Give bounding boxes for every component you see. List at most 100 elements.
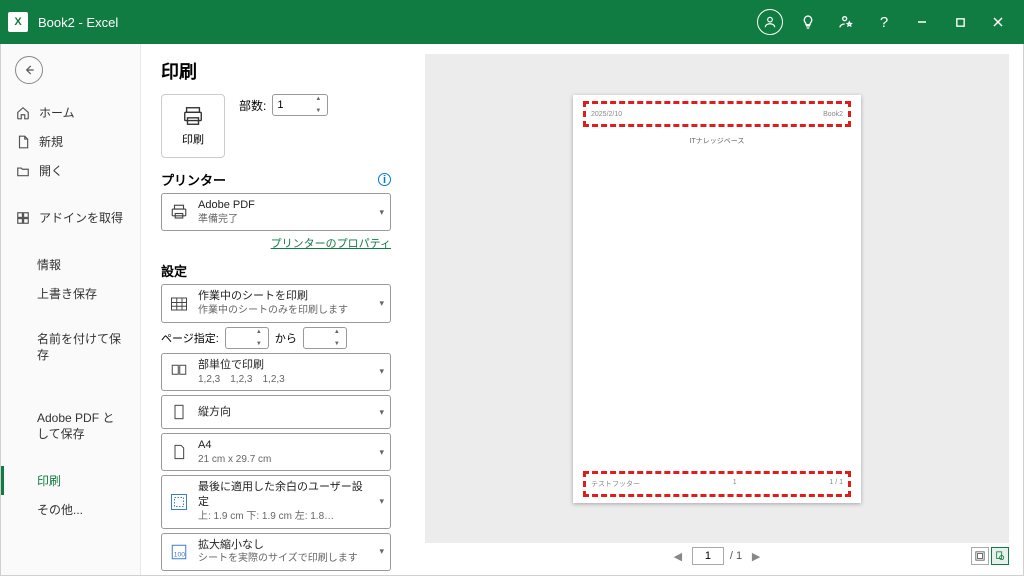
show-margins-button[interactable]	[971, 547, 989, 565]
nav-print-label: 印刷	[37, 472, 61, 489]
chevron-down-icon: ▾	[379, 496, 384, 507]
nav-other-label: その他...	[37, 501, 83, 518]
lightbulb-icon[interactable]	[790, 6, 826, 38]
nav-info-label: 情報	[37, 256, 61, 273]
chevron-down-icon: ▾	[379, 207, 384, 218]
user-account-button[interactable]	[752, 6, 788, 38]
nav-addins[interactable]: アドインを取得	[1, 203, 140, 232]
copies-spinner[interactable]: 1▲▼	[272, 94, 328, 116]
orientation-label: 縦方向	[198, 405, 371, 420]
collate-sub: 1,2,3 1,2,3 1,2,3	[198, 373, 371, 387]
scale-icon: 100	[168, 541, 190, 563]
current-page-input[interactable]	[692, 547, 724, 565]
home-icon	[15, 105, 31, 121]
info-icon[interactable]: i	[378, 173, 391, 186]
nav-open[interactable]: 開く	[1, 156, 140, 185]
chevron-down-icon: ▾	[379, 447, 384, 458]
minimize-button[interactable]	[904, 6, 940, 38]
scale-dropdown[interactable]: 100 拡大縮小なしシートを実際のサイズで印刷します ▾	[161, 533, 391, 571]
preview-body-title: ITナレッジベース	[591, 136, 843, 146]
footer-highlight	[583, 471, 851, 497]
nav-new[interactable]: 新規	[1, 127, 140, 156]
header-highlight	[583, 101, 851, 127]
maximize-button[interactable]	[942, 6, 978, 38]
backstage-sidebar: ホーム 新規 開く アドインを取得 情報 上書き保存 名前を付けて保存 Adob…	[1, 44, 141, 575]
scale-main: 拡大縮小なし	[198, 538, 371, 553]
nav-info[interactable]: 情報	[1, 250, 140, 279]
nav-saveas[interactable]: 名前を付けて保存	[1, 326, 140, 369]
paper-icon	[168, 441, 190, 463]
nav-open-label: 開く	[39, 162, 63, 179]
preview-pane: 2025/2/10 Book2 ITナレッジベース テストフッター 1 1 / …	[411, 44, 1023, 575]
folder-open-icon	[15, 163, 31, 179]
print-what-sub: 作業中のシートのみを印刷します	[198, 304, 371, 318]
printer-device-icon	[168, 201, 190, 223]
orientation-dropdown[interactable]: 縦方向 ▾	[161, 395, 391, 429]
portrait-icon	[168, 401, 190, 423]
chevron-down-icon: ▾	[379, 366, 384, 377]
paper-main: A4	[198, 438, 371, 453]
titlebar: X Book2 - Excel ?	[0, 0, 1024, 44]
margins-dropdown[interactable]: 最後に適用した余白のユーザー設定上: 1.9 cm 下: 1.9 cm 左: 1…	[161, 475, 391, 528]
collate-icon	[168, 361, 190, 383]
document-icon	[15, 134, 31, 150]
printer-section-label: プリンター	[161, 170, 226, 189]
print-button[interactable]: 印刷	[161, 94, 225, 158]
addins-icon	[15, 210, 31, 226]
nav-pdf-label: Adobe PDF として保存	[37, 411, 126, 442]
help-button[interactable]: ?	[866, 6, 902, 38]
margins-main: 最後に適用した余白のユーザー設定	[198, 480, 371, 510]
print-what-main: 作業中のシートを印刷	[198, 289, 371, 304]
printer-status: 準備完了	[198, 213, 371, 227]
printer-dropdown[interactable]: Adobe PDF準備完了 ▾	[161, 193, 391, 231]
page-range-label: ページ指定:	[161, 330, 219, 346]
print-what-dropdown[interactable]: 作業中のシートを印刷作業中のシートのみを印刷します ▾	[161, 284, 391, 322]
copies-value: 1	[277, 99, 283, 111]
printer-properties-link[interactable]: プリンターのプロパティ	[161, 235, 391, 251]
zoom-to-page-button[interactable]	[991, 547, 1009, 565]
chevron-down-icon: ▾	[379, 546, 384, 557]
printer-icon	[180, 105, 206, 127]
nav-save-label: 上書き保存	[37, 285, 97, 302]
printer-name: Adobe PDF	[198, 198, 371, 213]
chevron-down-icon: ▾	[379, 298, 384, 309]
nav-pdf[interactable]: Adobe PDF として保存	[1, 405, 140, 448]
svg-text:100: 100	[174, 551, 186, 558]
preview-page: 2025/2/10 Book2 ITナレッジベース テストフッター 1 1 / …	[573, 95, 861, 503]
copies-label: 部数:	[239, 97, 266, 114]
prev-page-button[interactable]: ◀	[670, 550, 686, 563]
scale-sub: シートを実際のサイズで印刷します	[198, 552, 371, 566]
nav-save[interactable]: 上書き保存	[1, 279, 140, 308]
settings-section-label: 設定	[161, 261, 187, 280]
pager: ◀ / 1 ▶	[425, 543, 1009, 569]
sheets-icon	[168, 293, 190, 315]
person-star-icon[interactable]	[828, 6, 864, 38]
nav-home[interactable]: ホーム	[1, 98, 140, 127]
nav-home-label: ホーム	[39, 104, 75, 121]
preview-area: 2025/2/10 Book2 ITナレッジベース テストフッター 1 1 / …	[425, 54, 1009, 543]
next-page-button[interactable]: ▶	[748, 550, 764, 563]
back-button[interactable]	[15, 56, 43, 84]
paper-sub: 21 cm x 29.7 cm	[198, 453, 371, 467]
nav-addins-label: アドインを取得	[39, 209, 123, 226]
excel-icon: X	[8, 12, 28, 32]
page-title: 印刷	[161, 58, 391, 84]
print-settings-pane: 印刷 印刷 部数: 1▲▼ プリンターi Adobe PDF準備完了 ▾ プリン…	[141, 44, 411, 575]
chevron-down-icon: ▾	[379, 407, 384, 418]
page-to-spinner[interactable]: ▲▼	[303, 327, 347, 349]
margins-sub: 上: 1.9 cm 下: 1.9 cm 左: 1.8…	[198, 510, 371, 524]
nav-saveas-label: 名前を付けて保存	[37, 332, 126, 363]
collate-main: 部単位で印刷	[198, 358, 371, 373]
close-button[interactable]	[980, 6, 1016, 38]
nav-other[interactable]: その他...	[1, 495, 140, 524]
margins-icon	[168, 491, 190, 513]
paper-dropdown[interactable]: A421 cm x 29.7 cm ▾	[161, 433, 391, 471]
print-button-label: 印刷	[182, 131, 204, 147]
page-total: / 1	[730, 550, 742, 562]
page-from-spinner[interactable]: ▲▼	[225, 327, 269, 349]
nav-new-label: 新規	[39, 133, 63, 150]
collate-dropdown[interactable]: 部単位で印刷1,2,3 1,2,3 1,2,3 ▾	[161, 353, 391, 391]
window-title: Book2 - Excel	[38, 15, 118, 30]
nav-print[interactable]: 印刷	[1, 466, 140, 495]
page-range-to: から	[275, 330, 297, 346]
